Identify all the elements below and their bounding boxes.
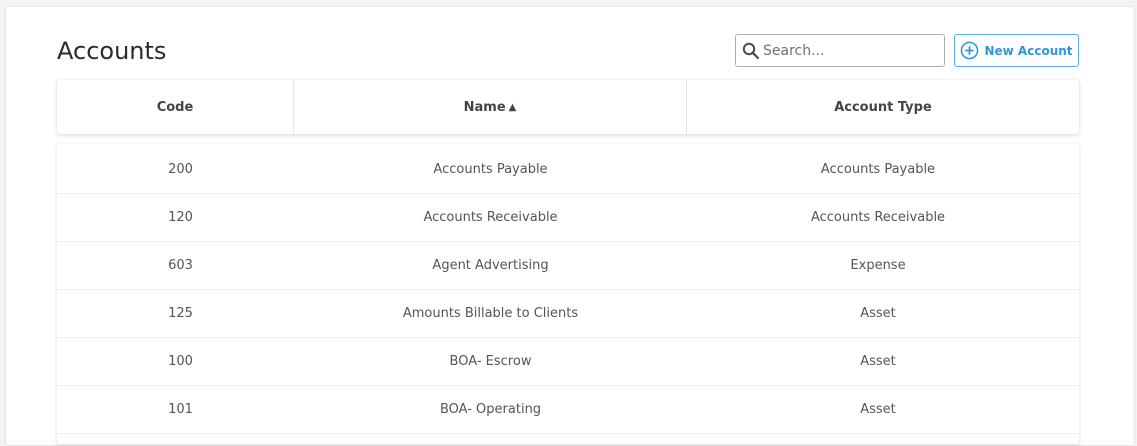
cell-code: 200 <box>168 162 193 177</box>
cell-code: 120 <box>168 210 193 225</box>
cell-name: Amounts Billable to Clients <box>402 306 579 321</box>
column-header-code[interactable]: Code <box>57 80 293 134</box>
cell-name: Accounts Receivable <box>423 210 558 225</box>
cell-code: 603 <box>168 258 193 273</box>
page-title: Accounts <box>57 37 167 65</box>
table-row[interactable]: 120 Accounts Receivable Accounts Receiva… <box>57 194 1079 242</box>
column-header-account-type-label: Account Type <box>834 99 932 115</box>
table-row[interactable]: 100 BOA- Escrow Asset <box>57 338 1079 386</box>
cell-account-type: Asset <box>860 354 896 369</box>
search-icon <box>742 42 760 60</box>
sort-ascending-icon: ▲ <box>508 101 517 113</box>
cell-account-type: Accounts Payable <box>820 162 936 177</box>
cell-name: Accounts Payable <box>433 162 548 177</box>
table-row[interactable]: 603 Agent Advertising Expense <box>57 242 1079 290</box>
plus-circle-icon <box>961 41 979 60</box>
cell-name: Agent Advertising <box>432 258 549 273</box>
accounts-card: Accounts New Account Code Name ▲ Account… <box>5 6 1135 446</box>
table-row[interactable]: 200 Accounts Payable Accounts Payable <box>57 144 1079 194</box>
column-header-account-type[interactable]: Account Type <box>686 80 1079 134</box>
cell-name: BOA- Escrow <box>449 354 532 369</box>
search-box[interactable] <box>735 34 945 67</box>
table-row[interactable]: 125 Amounts Billable to Clients Asset <box>57 290 1079 338</box>
cell-account-type: Accounts Receivable <box>810 210 946 225</box>
column-header-code-label: Code <box>156 99 194 115</box>
cell-code: 100 <box>168 354 193 369</box>
cell-code: 125 <box>168 306 193 321</box>
table-body: 200 Accounts Payable Accounts Payable 12… <box>57 144 1079 444</box>
cell-account-type: Expense <box>850 258 906 273</box>
table-header: Code Name ▲ Account Type <box>57 80 1079 134</box>
new-account-button[interactable]: New Account <box>954 34 1079 67</box>
cell-account-type: Asset <box>860 402 896 417</box>
table-row[interactable]: 101 BOA- Operating Asset <box>57 386 1079 434</box>
new-account-label: New Account <box>984 43 1073 58</box>
cell-code: 101 <box>168 402 193 417</box>
cell-name: BOA- Operating <box>439 402 542 417</box>
column-header-name-label: Name <box>463 99 506 115</box>
column-header-name[interactable]: Name ▲ <box>293 80 686 134</box>
cell-account-type: Asset <box>860 306 896 321</box>
search-input[interactable] <box>763 35 938 66</box>
